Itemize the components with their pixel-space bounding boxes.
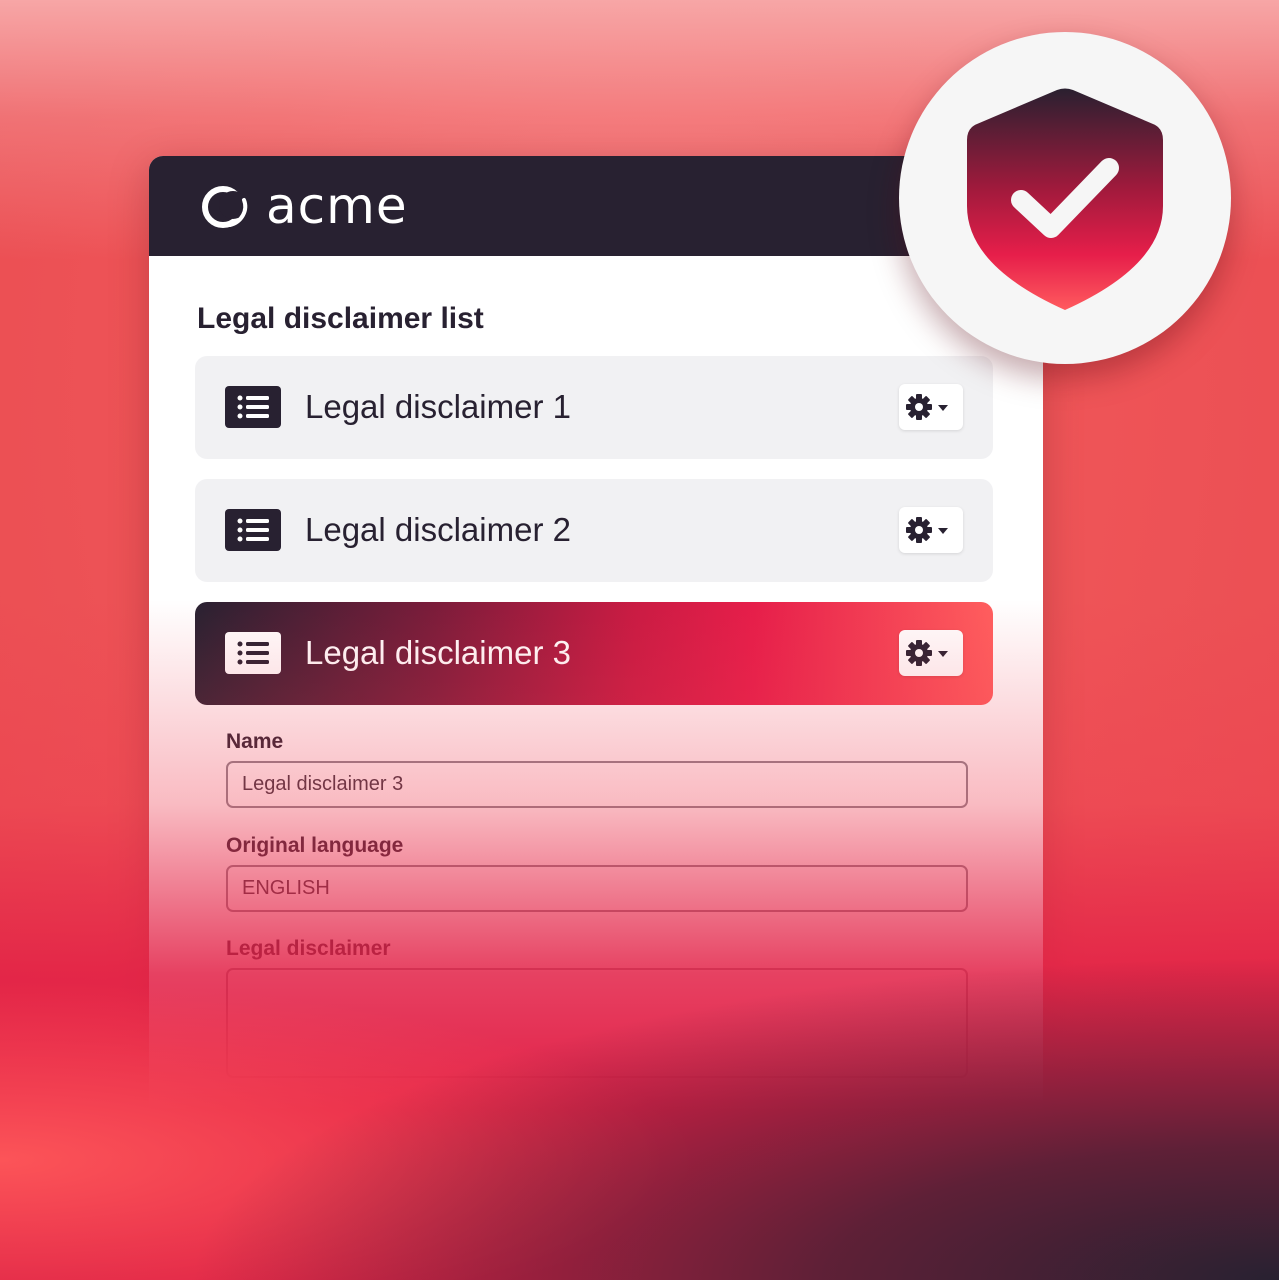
brand-name: acme <box>266 177 408 235</box>
list-icon <box>225 509 281 551</box>
app-window: acme Legal disclaimer list Legal disclai… <box>149 156 1043 1280</box>
name-label: Name <box>226 730 284 753</box>
list-item-label: Legal disclaimer 1 <box>305 388 571 425</box>
name-field[interactable] <box>226 761 968 808</box>
legal-disclaimer-label: Legal disclaimer <box>226 937 391 960</box>
original-language-field[interactable] <box>226 865 968 912</box>
item-settings-button[interactable] <box>899 384 963 430</box>
page-title: Legal disclaimer list <box>197 302 484 335</box>
gear-icon <box>906 517 948 543</box>
original-language-label: Original language <box>226 834 404 857</box>
gear-icon <box>906 640 948 666</box>
shield-check-icon <box>967 88 1163 310</box>
list-item-label: Legal disclaimer 2 <box>305 511 571 548</box>
item-settings-button[interactable] <box>899 630 963 676</box>
security-badge <box>899 32 1231 364</box>
legal-disclaimer-textarea[interactable] <box>226 968 968 1078</box>
gear-icon <box>906 394 948 420</box>
list-item-legal-disclaimer-2[interactable]: Legal disclaimer 2 <box>195 479 993 582</box>
list-item-legal-disclaimer-3[interactable]: Legal disclaimer 3 <box>195 602 993 705</box>
item-settings-button[interactable] <box>899 507 963 553</box>
acme-logo-icon <box>202 186 248 228</box>
list-item-legal-disclaimer-1[interactable]: Legal disclaimer 1 <box>195 356 993 459</box>
list-item-label: Legal disclaimer 3 <box>305 634 571 671</box>
list-icon <box>225 632 281 674</box>
list-icon <box>225 386 281 428</box>
